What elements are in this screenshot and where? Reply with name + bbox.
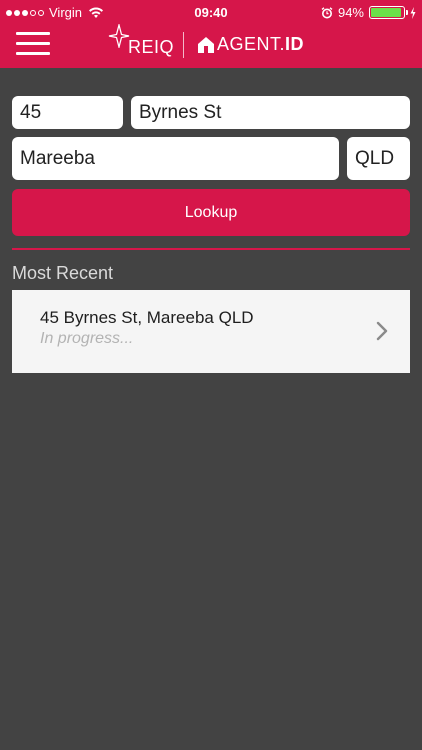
battery-level-fill bbox=[371, 8, 402, 17]
most-recent-heading: Most Recent bbox=[12, 263, 114, 283]
hamburger-menu-icon[interactable] bbox=[16, 28, 50, 56]
suburb-input[interactable] bbox=[12, 137, 339, 180]
battery-percent: 94% bbox=[337, 5, 364, 20]
agent-id-logo: AGENT.ID bbox=[196, 34, 304, 55]
recent-item-address: 45 Byrnes St, Mareeba QLD bbox=[40, 308, 254, 327]
app-header: REIQ AGENT.ID bbox=[0, 24, 422, 68]
lookup-button[interactable]: Lookup bbox=[12, 189, 410, 236]
reiq-star-icon bbox=[108, 24, 130, 48]
status-bar: Virgin 09:40 94% bbox=[0, 0, 422, 24]
street-name-input[interactable] bbox=[131, 96, 410, 129]
house-icon bbox=[198, 36, 214, 53]
section-divider bbox=[12, 248, 410, 250]
recent-item-status: In progress... bbox=[40, 330, 134, 347]
state-input[interactable] bbox=[347, 137, 410, 180]
status-right: 94% bbox=[321, 5, 416, 20]
alarm-icon bbox=[321, 6, 333, 18]
agent-logo-text: AGENT. bbox=[217, 34, 286, 54]
street-number-input[interactable] bbox=[12, 96, 123, 129]
recent-list-item[interactable]: 45 Byrnes St, Mareeba QLD In progress... bbox=[12, 290, 410, 373]
reiq-logo-text: REIQ bbox=[128, 37, 175, 57]
agent-logo-id-text: ID bbox=[285, 34, 305, 54]
chevron-right-icon bbox=[376, 321, 388, 341]
battery-icon bbox=[369, 6, 408, 19]
logo-divider bbox=[183, 32, 184, 58]
reiq-logo: REIQ bbox=[108, 24, 174, 60]
charging-icon bbox=[410, 6, 416, 19]
